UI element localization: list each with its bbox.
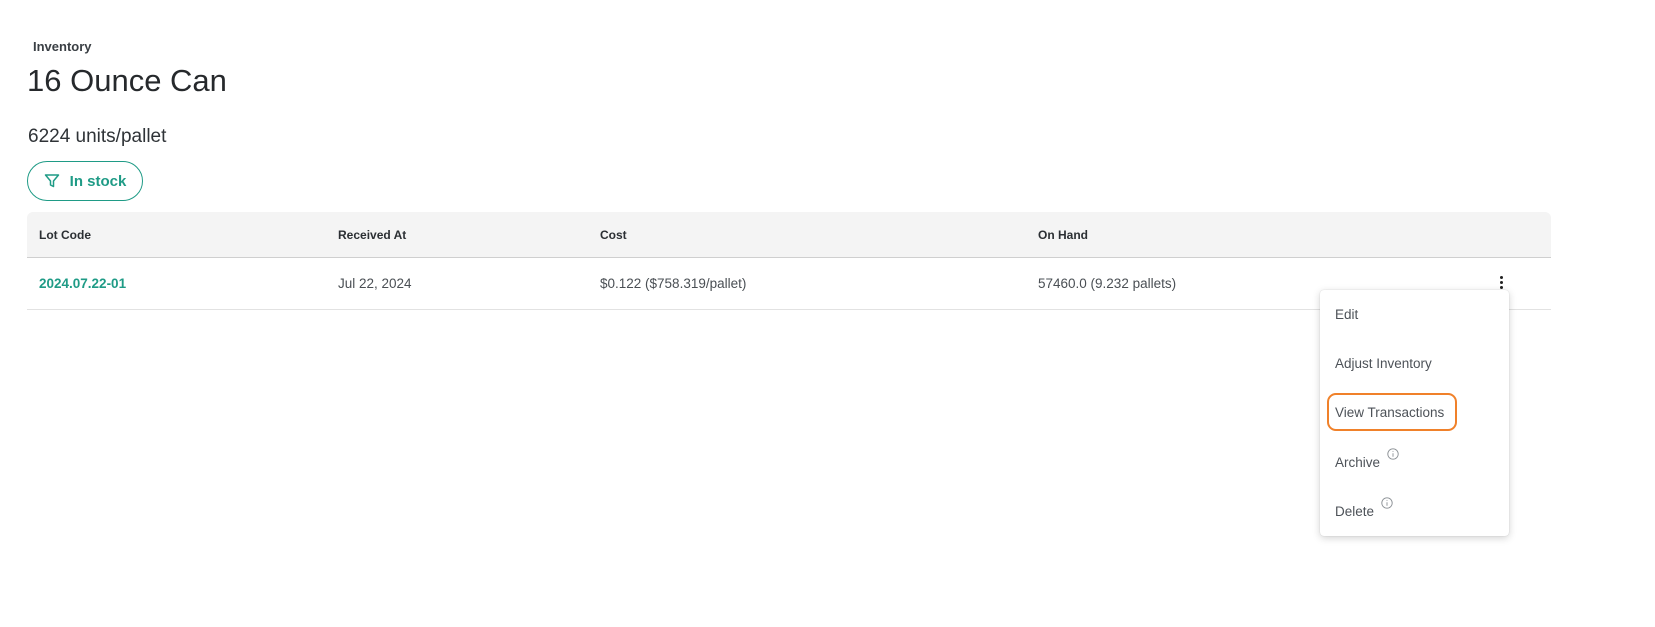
table-header: Lot Code Received At Cost On Hand [27,212,1551,258]
on-hand-cell: 57460.0 (9.232 pallets) [1038,276,1177,291]
breadcrumb[interactable]: Inventory [33,39,92,54]
menu-item-archive[interactable]: Archive [1335,448,1399,470]
info-icon[interactable] [1387,448,1399,460]
menu-item-label: View Transactions [1335,405,1445,420]
inventory-detail-page: Inventory 16 Ounce Can 6224 units/pallet… [0,0,1655,627]
column-header-on-hand[interactable]: On Hand [1038,228,1088,242]
filter-label: In stock [69,172,127,190]
column-header-lot-code[interactable]: Lot Code [39,228,91,242]
filter-icon [44,174,59,188]
menu-item-delete[interactable]: Delete [1335,497,1393,519]
menu-item-edit[interactable]: Edit [1335,307,1358,322]
column-header-cost[interactable]: Cost [600,228,627,242]
menu-item-view-transactions[interactable]: View Transactions [1335,405,1444,420]
units-per-pallet: 6224 units/pallet [28,126,167,147]
row-actions-menu: Edit Adjust Inventory View Transactions … [1320,290,1509,536]
menu-item-label: Delete [1335,504,1375,519]
column-header-received-at[interactable]: Received At [338,228,406,242]
info-icon[interactable] [1381,497,1393,509]
page-title: 16 Ounce Can [27,63,227,98]
in-stock-filter-button[interactable]: In stock [27,161,143,201]
menu-item-label: Edit [1335,307,1359,322]
menu-item-label: Adjust Inventory [1335,356,1432,371]
menu-item-adjust-inventory[interactable]: Adjust Inventory [1335,356,1432,371]
lot-code-link[interactable]: 2024.07.22-01 [39,276,126,291]
cost-cell: $0.122 ($758.319/pallet) [600,276,747,291]
menu-item-label: Archive [1335,455,1381,470]
received-at-cell: Jul 22, 2024 [338,276,412,291]
